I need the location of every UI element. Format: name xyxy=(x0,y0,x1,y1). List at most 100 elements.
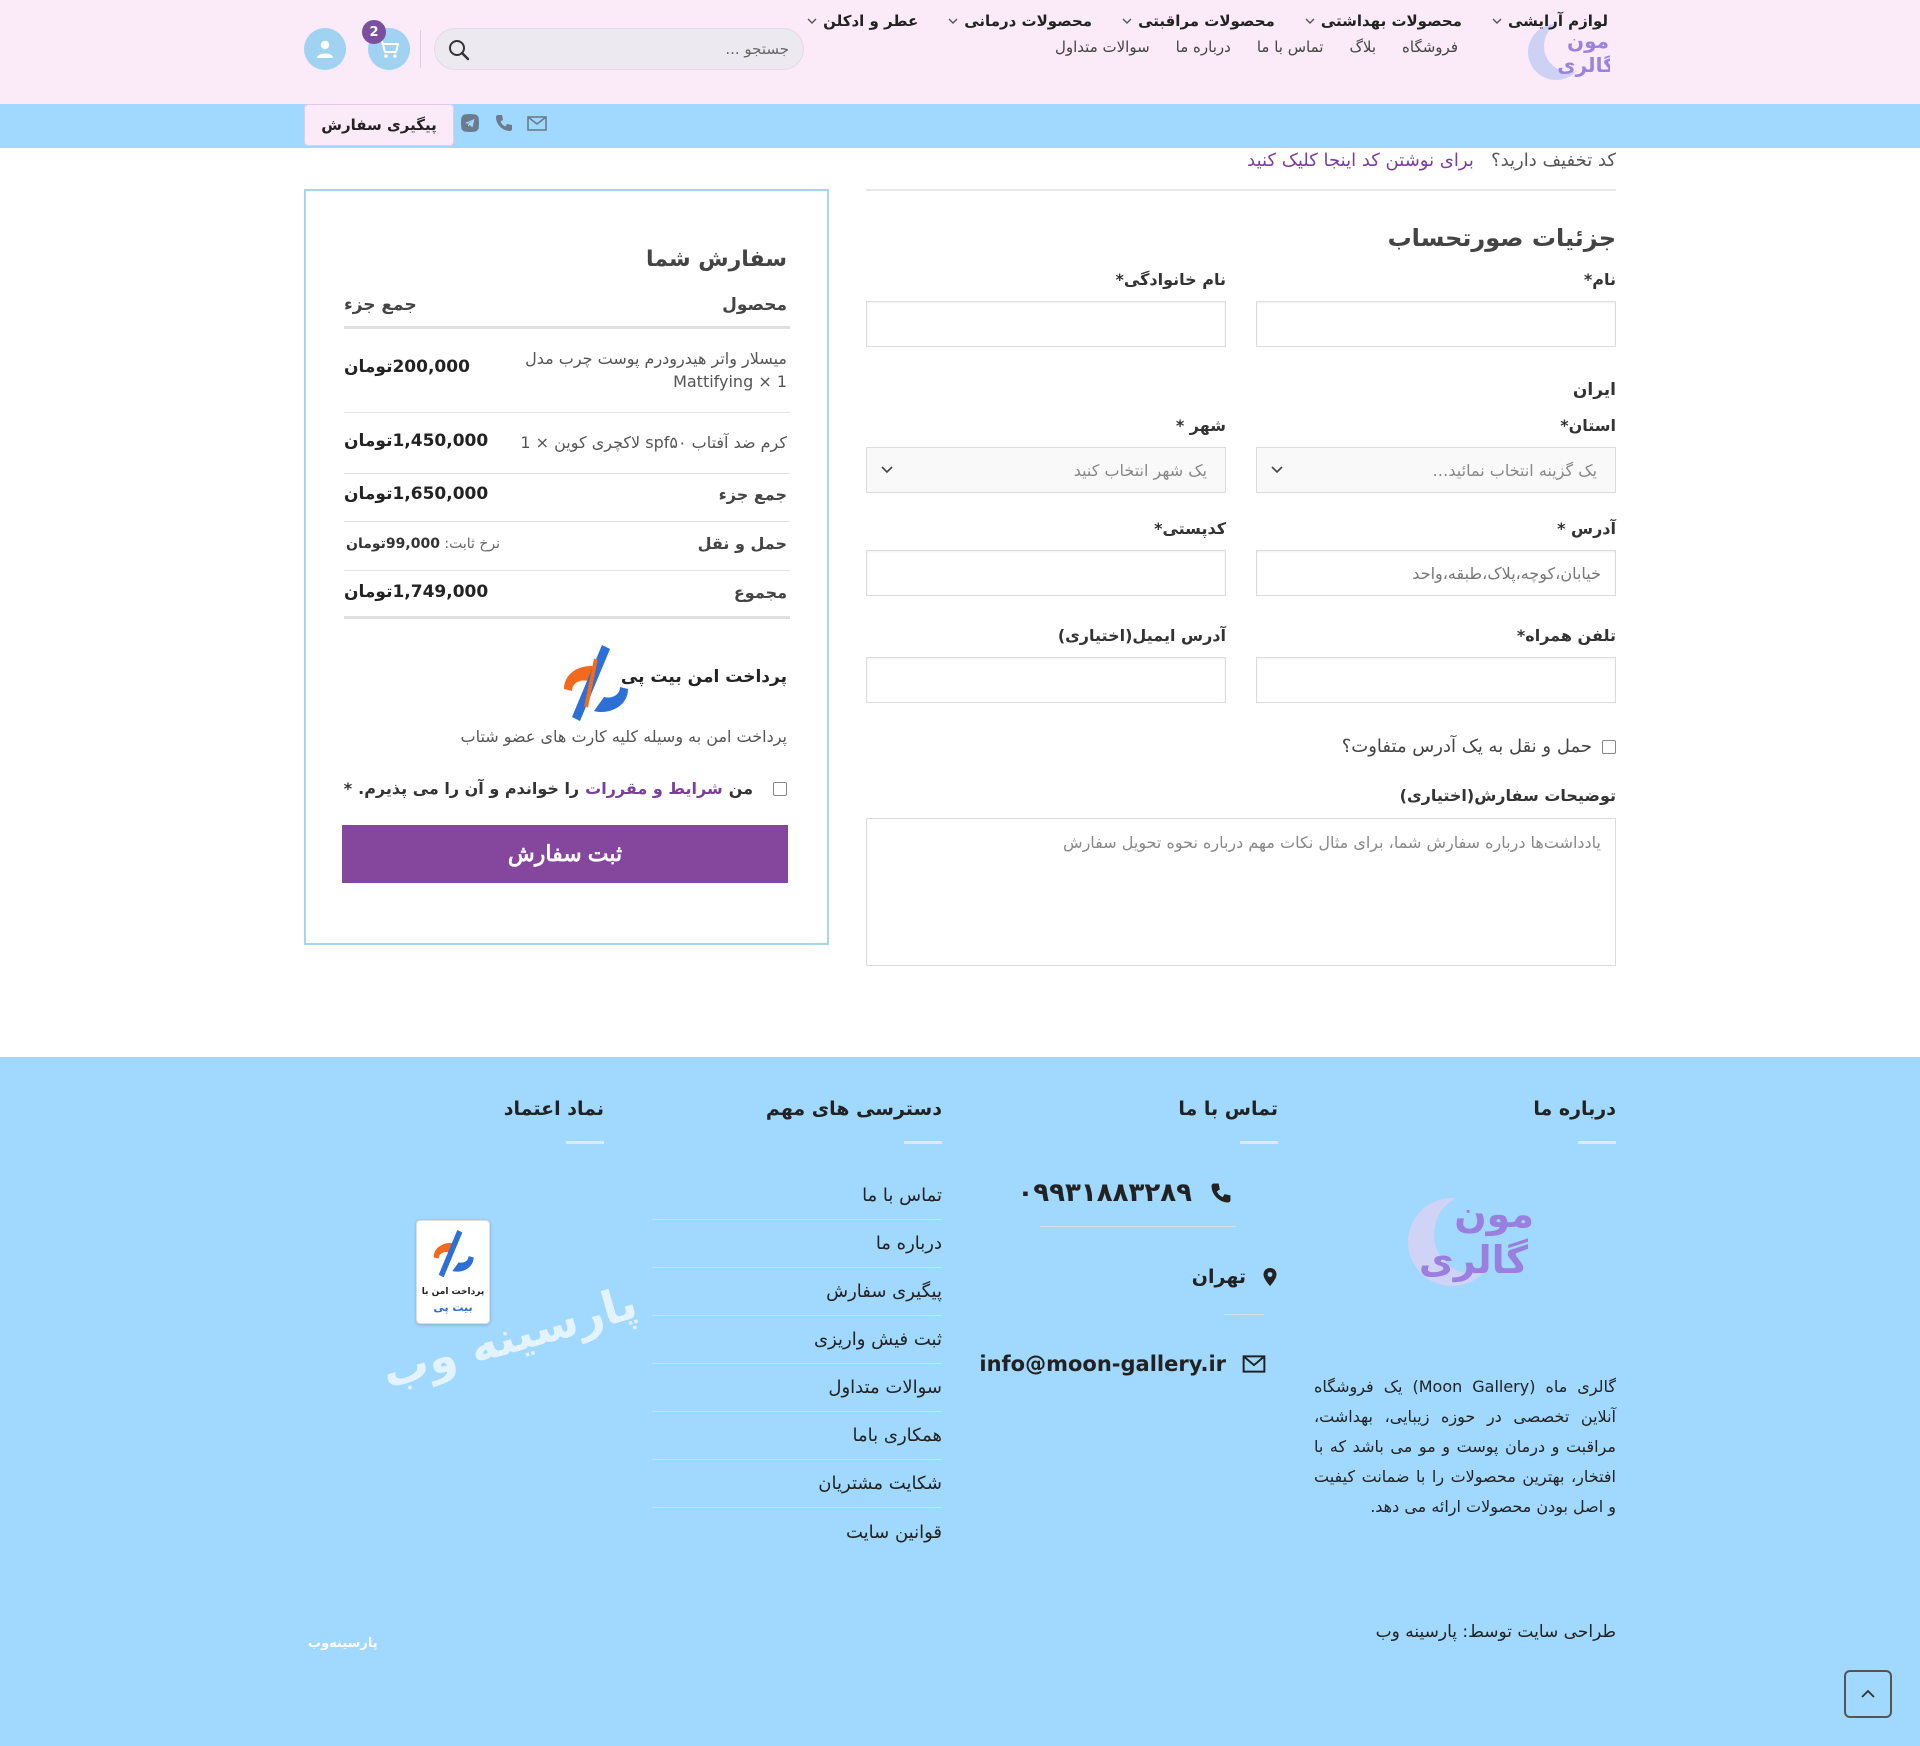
ship-different-checkbox[interactable] xyxy=(1602,739,1616,754)
shipping-label: حمل و نقل xyxy=(697,534,787,553)
footer-link-rules[interactable]: قوانین سایت xyxy=(652,1508,942,1556)
designer-logo[interactable]: پارسینه‌وب xyxy=(308,1636,378,1651)
last-name-label: نام خانوادگی* xyxy=(1115,270,1226,289)
footer-contact-title: تماس با ما xyxy=(1178,1098,1278,1120)
footer-link-about[interactable]: درباره ما xyxy=(652,1220,942,1268)
email-field[interactable] xyxy=(866,657,1226,703)
nav-faq[interactable]: سوالات متداول xyxy=(1055,38,1150,56)
email-icon xyxy=(1242,1355,1266,1373)
coupon-notice: کد تخفیف دارید؟ برای نوشتن کد اینجا کلیک… xyxy=(1247,150,1616,171)
footer-links-title: دسترسی های مهم xyxy=(765,1098,942,1120)
state-label: استان* xyxy=(1560,416,1616,435)
category-label: محصولات مراقبتی xyxy=(1138,12,1275,30)
phone-icon xyxy=(1211,1183,1231,1203)
chevron-down-icon xyxy=(1492,18,1502,24)
table-divider xyxy=(344,570,790,571)
category-care[interactable]: محصولات مراقبتی xyxy=(1122,12,1275,30)
logo-text-line2: گالری xyxy=(1418,1238,1528,1282)
address-field[interactable] xyxy=(1256,550,1616,596)
order-item-price: 1,450,000تومان xyxy=(344,431,489,451)
track-order-button[interactable]: پیگیری سفارش xyxy=(304,104,454,146)
footer-email[interactable]: info@moon-gallery.ir xyxy=(979,1352,1266,1376)
order-review-box: سفارش شما محصول جمع جزء میسلار واتر هیدر… xyxy=(304,189,829,945)
watermark: پارسینه وب xyxy=(372,1240,672,1410)
payment-method-title[interactable]: پرداخت امن بیت پی xyxy=(621,667,787,687)
table-divider xyxy=(344,326,790,329)
footer-link-faq[interactable]: سوالات متداول xyxy=(652,1364,942,1412)
back-to-top-button[interactable] xyxy=(1844,1670,1892,1718)
state-select[interactable]: یک گزینه انتخاب نمائید… xyxy=(1256,447,1616,493)
total-label: مجموع xyxy=(733,583,787,602)
chevron-down-icon xyxy=(881,466,893,474)
search-icon[interactable] xyxy=(447,38,471,62)
table-divider xyxy=(344,616,790,619)
category-label: لوازم آرایشی xyxy=(1507,12,1608,30)
first-name-label: نام* xyxy=(1583,270,1616,289)
phone-label: تلفن همراه* xyxy=(1516,626,1616,645)
coupon-divider xyxy=(866,189,1616,191)
nav-contact[interactable]: تماس با ما xyxy=(1257,38,1324,56)
footer-city-name: تهران xyxy=(1191,1266,1246,1288)
order-item-name: میسلار واتر هیدرودرم پوست چرب مدل Mattif… xyxy=(497,347,787,393)
postcode-field[interactable] xyxy=(866,550,1226,596)
category-treatment[interactable]: محصولات درمانی xyxy=(948,12,1092,30)
terms-row: من شرایط و مقررات را خواندم و آن را می پ… xyxy=(344,779,787,798)
account-button[interactable] xyxy=(304,28,346,70)
first-name-field[interactable] xyxy=(1256,301,1616,347)
footer-link-contact[interactable]: تماس با ما xyxy=(652,1172,942,1220)
heading-underline xyxy=(1240,1141,1278,1144)
terms-link[interactable]: شرایط و مقررات xyxy=(585,779,723,798)
table-divider xyxy=(344,473,790,474)
phone-field[interactable] xyxy=(1256,657,1616,703)
footer-link-complaints[interactable]: شکایت مشتریان xyxy=(652,1460,942,1508)
top-navigation: فروشگاه بلاگ تماس با ما درباره ما سوالات… xyxy=(1055,38,1458,56)
billing-title: جزئیات صورتحساب xyxy=(1387,224,1616,252)
nav-about[interactable]: درباره ما xyxy=(1176,38,1231,56)
site-credit[interactable]: طراحی سایت توسط: پارسینه وب xyxy=(1376,1622,1616,1642)
last-name-field[interactable] xyxy=(866,301,1226,347)
coupon-link[interactable]: برای نوشتن کد اینجا کلیک کنید xyxy=(1247,150,1474,171)
chevron-down-icon xyxy=(807,18,817,24)
category-label: محصولات درمانی xyxy=(964,12,1093,30)
chevron-down-icon xyxy=(1122,18,1132,24)
svg-text:مون: مون xyxy=(1567,29,1609,53)
footer-link-track-order[interactable]: پیگیری سفارش xyxy=(652,1268,942,1316)
footer-phone[interactable]: ۰۹۹۳۱۸۸۳۲۸۹ xyxy=(1017,1178,1234,1208)
order-notes-field[interactable] xyxy=(866,818,1616,966)
email-icon[interactable] xyxy=(526,112,548,134)
order-item-title: میسلار واتر هیدرودرم پوست چرب مدل Mattif… xyxy=(525,349,787,391)
footer-phone-number: ۰۹۹۳۱۸۸۳۲۸۹ xyxy=(1017,1178,1192,1208)
category-label: محصولات بهداشتی xyxy=(1320,12,1462,30)
email-label: آدرس ایمیل(اختیاری) xyxy=(1057,626,1226,645)
telegram-icon[interactable] xyxy=(459,112,481,134)
category-makeup[interactable]: لوازم آرایشی xyxy=(1492,12,1608,30)
order-item-name: کرم ضد آفتاب spf۵۰ لاکچری کوین × 1 xyxy=(497,431,787,454)
bitpay-logo-icon xyxy=(564,645,628,721)
search-input[interactable] xyxy=(489,29,789,69)
city-select[interactable]: یک شهر انتخاب کنید xyxy=(866,447,1226,493)
heading-underline xyxy=(904,1141,942,1144)
terms-post: را خواندم و آن را می پذیرم. xyxy=(358,779,580,798)
order-notes-label: توضیحات سفارش(اختیاری) xyxy=(1399,786,1616,805)
order-item-qty: × 1 xyxy=(758,372,787,391)
category-perfume[interactable]: عطر و ادکلن xyxy=(807,12,918,30)
category-hygiene[interactable]: محصولات بهداشتی xyxy=(1305,12,1462,30)
footer-link-payment-receipt[interactable]: ثبت فیش واریزی xyxy=(652,1316,942,1364)
heading-underline xyxy=(1578,1141,1616,1144)
footer-logo: مون گالری xyxy=(1398,1186,1538,1296)
footer-link-cooperation[interactable]: همکاری باما xyxy=(652,1412,942,1460)
footer-email-address: info@moon-gallery.ir xyxy=(979,1352,1226,1376)
location-pin-icon xyxy=(1263,1268,1277,1286)
footer-about-text: گالری ماه (Moon Gallery) یک فروشگاه آنلا… xyxy=(1314,1377,1617,1516)
nav-shop[interactable]: فروشگاه xyxy=(1402,38,1458,56)
ship-different-row[interactable]: حمل و نقل به یک آدرس متفاوت؟ xyxy=(1342,736,1616,757)
terms-checkbox[interactable] xyxy=(773,781,787,796)
phone-icon[interactable] xyxy=(493,112,515,134)
city-select-value: یک شهر انتخاب کنید xyxy=(1073,460,1207,480)
chevron-down-icon xyxy=(948,18,958,24)
place-order-button[interactable]: ثبت سفارش xyxy=(342,825,788,883)
header-divider xyxy=(420,30,421,68)
logo-text-line1: مون xyxy=(1454,1192,1534,1236)
cart-icon xyxy=(379,40,399,58)
nav-blog[interactable]: بلاگ xyxy=(1349,38,1376,56)
